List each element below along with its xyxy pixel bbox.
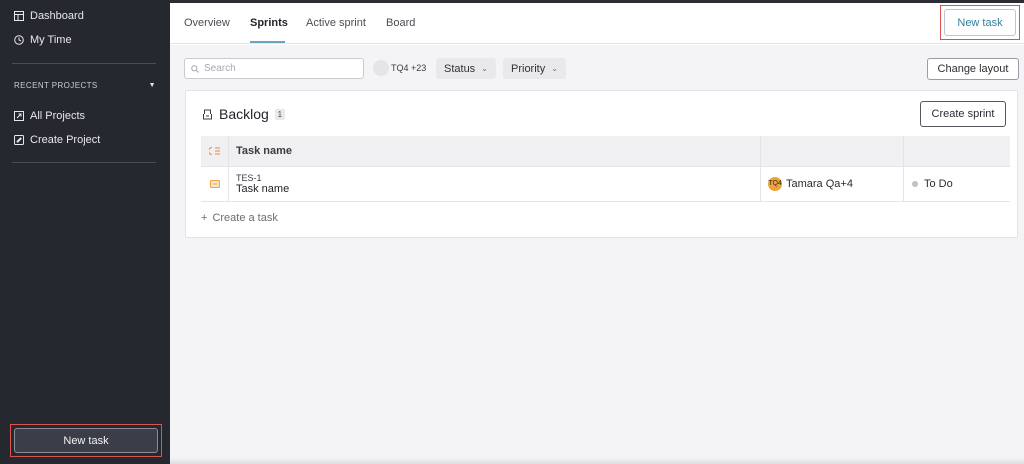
recent-projects-title: RECENT PROJECTS	[14, 81, 98, 90]
task-name[interactable]: Task name	[236, 183, 760, 195]
sidebar-item-label: All Projects	[30, 110, 86, 122]
task-name-cell[interactable]: TES-1 Task name	[229, 167, 761, 201]
create-sprint-button[interactable]: Create sprint	[920, 101, 1006, 127]
tab-overview[interactable]: Overview	[184, 17, 230, 29]
sidebar-item-my-time[interactable]: My Time	[14, 34, 72, 46]
backlog-panel: Backlog 1 Create sprint Task name TES-1 …	[185, 90, 1018, 238]
sort-list-icon[interactable]	[208, 146, 221, 156]
backlog-header: Backlog 1	[202, 106, 285, 122]
sidebar-item-label: My Time	[30, 34, 72, 46]
type-column-header	[201, 136, 229, 166]
task-type-icon	[209, 180, 220, 188]
status-column-header	[904, 136, 1010, 166]
top-edge	[170, 0, 1024, 3]
sidebar-item-label: Dashboard	[30, 10, 84, 22]
recent-projects-header: RECENT PROJECTS ▼	[14, 81, 156, 90]
active-tab-indicator	[250, 41, 285, 43]
sidebar-item-create-project[interactable]: Create Project	[14, 134, 100, 146]
clock-icon	[14, 35, 24, 45]
assignee-column-header	[761, 136, 904, 166]
assignee-filter-label: TQ4 +23	[391, 63, 427, 73]
top-new-task-highlight: New task	[940, 5, 1020, 40]
tab-sprints[interactable]: Sprints	[250, 17, 288, 29]
assignee-cell[interactable]: TQ4 Tamara Qa+4	[761, 167, 904, 201]
sidebar-item-dashboard[interactable]: Dashboard	[14, 10, 84, 22]
assignee-filter[interactable]: TQ4 +23	[373, 60, 426, 76]
create-project-icon	[14, 135, 24, 145]
new-task-button[interactable]: New task	[944, 9, 1016, 36]
top-bar: Overview Sprints Active sprint Board	[170, 0, 1024, 44]
status-filter-label: Status	[444, 62, 476, 75]
table-header: Task name	[201, 136, 1010, 167]
bottom-shadow	[170, 458, 1024, 464]
avatar	[373, 60, 389, 76]
backlog-icon	[203, 109, 212, 119]
priority-filter[interactable]: Priority ⌄	[503, 58, 566, 79]
sidebar-new-task-highlight: New task	[10, 424, 162, 457]
search-input[interactable]	[204, 63, 354, 74]
create-task-button[interactable]: + Create a task	[201, 212, 278, 224]
chevron-down-icon: ⌄	[551, 64, 558, 73]
assignee-name: Tamara Qa+4	[786, 178, 853, 190]
plus-icon: +	[201, 212, 208, 224]
task-name-column-header: Task name	[229, 136, 761, 166]
search-icon	[191, 64, 199, 73]
main-content: TQ4 +23 Status ⌄ Priority ⌄ Change layou…	[170, 45, 1024, 464]
backlog-table: Task name TES-1 Task name TQ4 Tamara Qa+…	[201, 136, 1010, 202]
status-badge: To Do	[924, 178, 953, 190]
change-layout-button[interactable]: Change layout	[927, 58, 1019, 80]
sidebar-divider	[12, 63, 156, 64]
chevron-down-icon: ⌄	[481, 64, 488, 73]
backlog-title: Backlog	[219, 106, 269, 122]
status-filter[interactable]: Status ⌄	[436, 58, 496, 79]
create-task-label: Create a task	[212, 212, 278, 224]
backlog-count-badge: 1	[274, 108, 285, 120]
sidebar-divider	[12, 162, 156, 163]
avatar: TQ4	[768, 177, 782, 191]
sidebar-item-all-projects[interactable]: All Projects	[14, 110, 85, 122]
dashboard-icon	[14, 11, 24, 21]
search-box	[184, 58, 364, 79]
table-row[interactable]: TES-1 Task name TQ4 Tamara Qa+4 To Do	[201, 167, 1010, 202]
sidebar-item-label: Create Project	[30, 134, 101, 146]
task-name-column-label: Task name	[236, 145, 293, 157]
task-type-cell	[201, 167, 229, 201]
caret-down-icon[interactable]: ▼	[149, 82, 156, 89]
projects-icon	[14, 111, 24, 121]
tab-board[interactable]: Board	[386, 17, 415, 29]
status-dot-icon	[912, 181, 918, 187]
status-cell[interactable]: To Do	[904, 167, 1010, 201]
sidebar: Dashboard My Time RECENT PROJECTS ▼ All …	[0, 0, 170, 464]
priority-filter-label: Priority	[511, 62, 546, 75]
task-key[interactable]: TES-1	[236, 173, 760, 183]
sidebar-new-task-button[interactable]: New task	[14, 428, 158, 453]
tab-active-sprint[interactable]: Active sprint	[306, 17, 366, 29]
